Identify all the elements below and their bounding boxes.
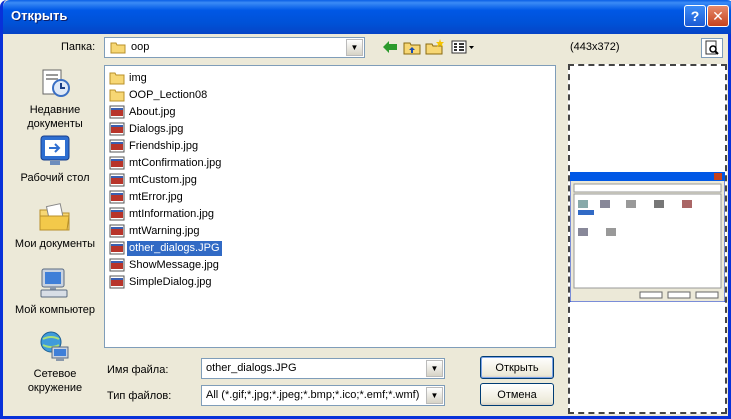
close-button[interactable]: ✕ [707,5,729,27]
up-folder-button[interactable] [402,38,422,56]
file-list-item[interactable]: SimpleDialog.jpg [109,274,214,290]
preview-magnifier-icon [705,40,719,55]
place-recent-documents[interactable]: Недавние документы [9,66,101,131]
image-file-icon [109,258,125,272]
help-button[interactable]: ? [684,5,706,27]
image-file-icon [109,207,125,221]
file-list-item[interactable]: mtError.jpg [109,189,185,205]
place-network[interactable]: Сетевое окружение [9,330,101,395]
file-name: mtConfirmation.jpg [129,156,222,169]
file-name: About.jpg [129,105,176,118]
file-name: other_dialogs.JPG [127,240,222,256]
file-name: mtCustom.jpg [129,173,197,186]
network-icon [40,331,69,361]
file-list-item[interactable]: mtWarning.jpg [109,223,202,239]
file-name: SimpleDialog.jpg [129,275,212,288]
filename-value: other_dialogs.JPG [206,362,297,374]
folder-icon [109,89,125,102]
view-menu-icon [451,40,474,54]
title-bar[interactable]: Открыть ? ✕ [3,0,731,34]
file-list-item[interactable]: mtConfirmation.jpg [109,155,223,171]
preview-thumbnail [570,172,725,302]
folder-icon [110,42,126,54]
open-dialog: Открыть ? ✕ Папка: oop ▼ (443x372) Недав… [0,0,731,419]
place-desktop[interactable]: Рабочий стол [9,134,101,185]
up-folder-icon [403,42,421,54]
open-button[interactable]: Открыть [480,356,554,379]
chevron-down-icon: ▼ [430,364,439,373]
window-title: Открыть [11,8,68,23]
close-icon: ✕ [712,7,724,24]
file-list-item[interactable]: img [109,70,149,86]
back-button[interactable] [380,38,400,56]
new-folder-button[interactable] [425,38,445,56]
filename-dropdown-button[interactable]: ▼ [426,360,443,377]
image-file-icon [109,105,125,119]
place-my-documents[interactable]: Мои документы [9,200,101,251]
place-label: Рабочий стол [20,172,90,184]
file-name: mtInformation.jpg [129,207,214,220]
filetype-select[interactable]: All (*.gif;*.jpg;*.jpeg;*.bmp;*.ico;*.em… [201,385,445,406]
file-list-item[interactable]: mtInformation.jpg [109,206,216,222]
chevron-down-icon: ▼ [350,43,359,52]
preview-size-text: (443x372) [570,41,620,53]
filetype-dropdown-button[interactable]: ▼ [426,387,443,404]
help-icon: ? [690,8,700,24]
back-arrow-icon [383,41,397,53]
file-list-item[interactable]: OOP_Lection08 [109,87,209,103]
file-name: mtError.jpg [129,190,183,203]
filename-label: Имя файла: [107,364,169,376]
file-name: img [129,71,147,84]
file-list-item[interactable]: ShowMessage.jpg [109,257,221,273]
folder-dropdown-button[interactable]: ▼ [346,39,363,56]
place-label: Мой компьютер [14,304,96,316]
folder-icon [109,72,125,85]
preview-pane [568,64,727,414]
filename-input[interactable]: other_dialogs.JPG ▼ [201,358,445,379]
preview-toggle-button[interactable] [701,38,723,58]
folder-value: oop [131,41,150,53]
chevron-down-icon: ▼ [430,391,439,400]
place-my-computer[interactable]: Мой компьютер [9,266,101,317]
image-file-icon [109,190,125,204]
folder-combo[interactable]: oop ▼ [104,37,365,58]
folder-label: Папка: [61,41,96,53]
image-file-icon [109,156,125,170]
file-list-item[interactable]: mtCustom.jpg [109,172,199,188]
file-list-item[interactable]: Dialogs.jpg [109,121,185,137]
image-file-icon [109,122,125,136]
file-name: Friendship.jpg [129,139,199,152]
place-label: Недавние документы [27,104,83,130]
my-computer-icon [40,268,68,298]
recent-documents-icon [42,69,70,97]
image-file-icon [109,173,125,187]
filetype-value: All (*.gif;*.jpg;*.jpeg;*.bmp;*.ico;*.em… [206,389,420,401]
file-list-item[interactable]: Friendship.jpg [109,138,200,154]
cancel-button[interactable]: Отмена [480,383,554,406]
image-file-icon [109,275,125,289]
place-label: Мои документы [14,238,96,250]
image-file-icon [109,224,125,238]
image-file-icon [109,241,125,255]
desktop-icon [40,135,70,165]
image-file-icon [109,139,125,153]
file-list-item[interactable]: other_dialogs.JPG [109,240,222,256]
filetype-label: Тип файлов: [107,390,172,402]
file-name: Dialogs.jpg [129,122,184,135]
my-documents-icon [39,203,70,231]
file-name: OOP_Lection08 [129,88,208,101]
view-menu-button[interactable] [450,38,476,56]
place-label: Сетевое окружение [27,368,83,394]
file-list[interactable]: img OOP_Lection08 About.jpg Dialogs.jpg Frie… [104,65,556,348]
new-folder-icon [425,39,444,55]
file-list-item[interactable]: About.jpg [109,104,177,120]
file-name: mtWarning.jpg [129,224,200,237]
file-name: ShowMessage.jpg [129,258,219,271]
